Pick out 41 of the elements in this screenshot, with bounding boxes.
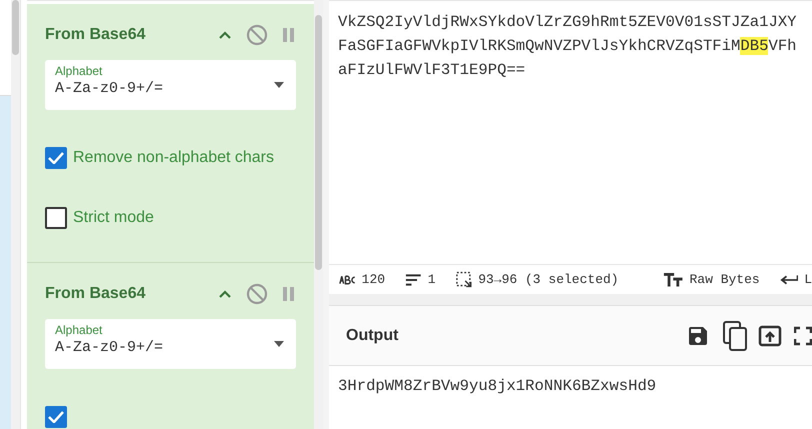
input-editor[interactable]: VkZSQ2IyVldjRWxSYkdoVlZrZG9hRmt5ZEV0V01sSTJZa1JXY FaSGFIaGFWVkpIVlRKSmQwNVZPVlJsYkhCRVZqSTFiMDB5VFh aFIzUlFWVlF3T1E9PQ==: [329, 1, 812, 264]
upload-icon[interactable]: [758, 324, 782, 348]
alphabet-select[interactable]: Alphabet A-Za-z0-9+/=: [45, 319, 296, 369]
character-count-icon: [339, 274, 356, 284]
field-value: A-Za-z0-9+/=: [55, 79, 164, 99]
operation-title: From Base64: [45, 284, 146, 304]
selection-range: 93→96 (3 selected): [478, 270, 619, 289]
disable-icon[interactable]: [246, 283, 268, 305]
selection-icon: [456, 270, 472, 288]
return-arrow-icon[interactable]: [780, 274, 798, 286]
input-line: aFIzUlFWVlF3T1E9PQ==: [338, 60, 526, 81]
resize-handle[interactable]: [329, 294, 812, 306]
output-text: 3HrdpWM8ZrBVw9yu8jx1RoNNK6BZxwsHd9: [337, 376, 658, 397]
caret-icon: [274, 82, 284, 88]
checkbox[interactable]: [45, 406, 67, 428]
caret-icon: [274, 341, 284, 347]
line-ending-label[interactable]: L: [804, 270, 812, 290]
input-line: VkZSQ2IyVldjRWxSYkdoVlZrZG9hRmt5ZEV0V01sSTJZa1JXY: [338, 12, 798, 33]
length-count: 120: [362, 270, 386, 289]
scrollbar-thumb[interactable]: [12, 0, 19, 55]
operation-title: From Base64: [45, 25, 146, 45]
scrollbar-thumb[interactable]: [315, 15, 322, 270]
copy-icon[interactable]: [722, 320, 748, 350]
checkbox-label: Remove non-alphabet chars: [73, 148, 274, 168]
lines-icon: [405, 272, 422, 286]
field-label: Alphabet: [55, 64, 104, 78]
chevron-up-icon[interactable]: [218, 289, 232, 299]
field-value: A-Za-z0-9+/=: [55, 338, 164, 358]
fullscreen-icon[interactable]: [794, 326, 812, 346]
checkbox[interactable]: [45, 207, 67, 229]
encoding-label[interactable]: Raw Bytes: [689, 270, 760, 290]
disable-icon[interactable]: [246, 24, 268, 46]
input-line: FaSGFIaGFWVkpIVlRKSmQwNVZPVlJsYkhCRVZqSTFiMDB5VFh: [338, 36, 798, 57]
chevron-up-icon[interactable]: [218, 30, 232, 40]
text-encoding-icon[interactable]: [663, 272, 684, 288]
checkbox-label: Strict mode: [73, 208, 154, 228]
field-label: Alphabet: [55, 323, 104, 337]
line-count: 1: [428, 270, 436, 289]
alphabet-select[interactable]: Alphabet A-Za-z0-9+/=: [45, 60, 296, 110]
output-title: Output: [346, 326, 400, 346]
checkbox[interactable]: [45, 147, 67, 169]
